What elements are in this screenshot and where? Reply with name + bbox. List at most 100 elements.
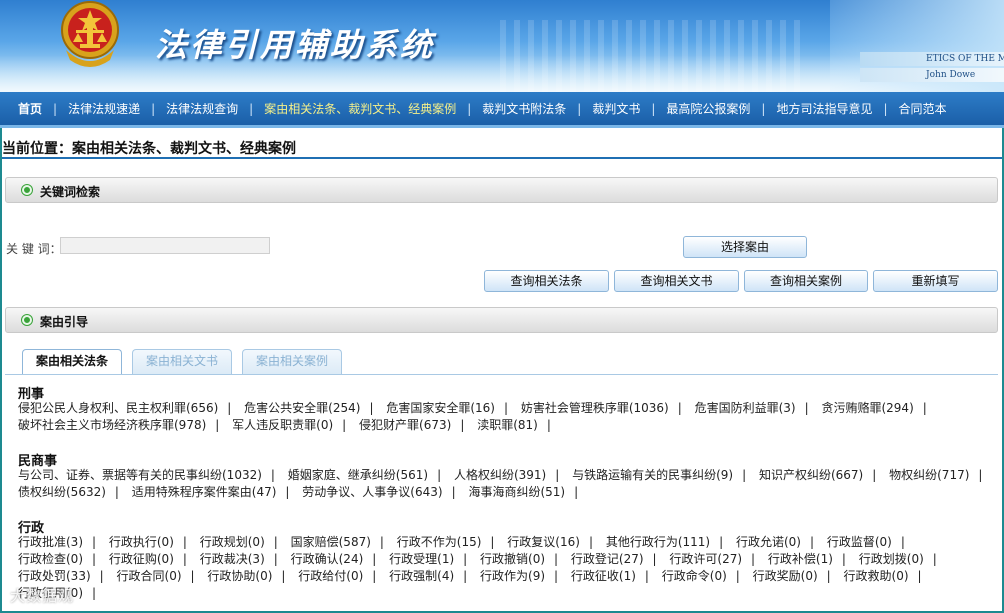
item-separator: |: [273, 535, 278, 549]
cause-link[interactable]: 海事海商纠纷(51): [468, 485, 565, 499]
tab-divider: [5, 374, 998, 375]
cause-link[interactable]: 侵犯财产罪(673): [359, 418, 451, 432]
cause-link[interactable]: 行政协助(0): [207, 569, 272, 583]
civil-items: 与公司、证券、票据等有关的民事纠纷(1032) | 婚姻家庭、继承纠纷(561) |…: [18, 467, 993, 501]
cause-link[interactable]: 行政救助(0): [844, 569, 909, 583]
cause-link[interactable]: 行政给付(0): [298, 569, 363, 583]
cause-link[interactable]: 适用特殊程序案件案由(47): [132, 485, 277, 499]
cause-link[interactable]: 军人违反职责罪(0): [232, 418, 333, 432]
item-separator: |: [826, 569, 831, 583]
reset-button[interactable]: 重新填写: [873, 270, 998, 292]
tab-related-cases[interactable]: 案由相关案例: [242, 349, 342, 375]
cause-link[interactable]: 行政合同(0): [117, 569, 182, 583]
cause-link[interactable]: 债权纠纷(5632): [18, 485, 106, 499]
book-spine: ETICS OF THE MIDDLE ACES: [860, 52, 1004, 66]
item-separator: |: [735, 569, 740, 583]
item-separator: |: [574, 485, 579, 499]
cause-link[interactable]: 行政批准(3): [18, 535, 83, 549]
cause-link[interactable]: 行政处罚(33): [18, 569, 91, 583]
cause-link[interactable]: 知识产权纠纷(667): [759, 468, 863, 482]
item-separator: |: [554, 569, 559, 583]
cause-link[interactable]: 与铁路运输有关的民事纠纷(9): [572, 468, 733, 482]
item-separator: |: [872, 468, 877, 482]
cause-link[interactable]: 行政强制(4): [389, 569, 454, 583]
cause-link[interactable]: 行政检查(0): [18, 552, 83, 566]
keyword-input[interactable]: [60, 237, 270, 254]
bullet-icon: [22, 315, 32, 325]
nav-separator: |: [53, 101, 58, 116]
cause-link[interactable]: 其他行政行为(111): [606, 535, 710, 549]
item-separator: |: [652, 552, 657, 566]
cause-link[interactable]: 行政命令(0): [662, 569, 727, 583]
item-separator: |: [463, 569, 468, 583]
cause-link[interactable]: 行政确认(24): [291, 552, 364, 566]
cause-link[interactable]: 渎职罪(81): [477, 418, 538, 432]
query-laws-button[interactable]: 查询相关法条: [484, 270, 609, 292]
tab-related-documents[interactable]: 案由相关文书: [132, 349, 232, 375]
nav-item[interactable]: 裁判文书附法条: [482, 100, 566, 117]
cause-link[interactable]: 行政许可(27): [669, 552, 742, 566]
cause-link[interactable]: 行政撤销(0): [480, 552, 545, 566]
nav-separator: |: [883, 101, 888, 116]
cause-link[interactable]: 行政受理(1): [389, 552, 454, 566]
cause-link[interactable]: 妨害社会管理秩序罪(1036): [521, 401, 669, 415]
nav-separator: |: [249, 101, 254, 116]
cause-link[interactable]: 婚姻家庭、继承纠纷(561): [288, 468, 428, 482]
nav-item[interactable]: 最高院公报案例: [666, 100, 750, 117]
item-separator: |: [227, 401, 232, 415]
cause-link[interactable]: 行政监督(0): [827, 535, 892, 549]
nav-item[interactable]: 法律法规查询: [166, 100, 238, 117]
keyword-search-header: 关键词检索: [5, 177, 998, 203]
breadcrumb-divider: [2, 157, 1002, 159]
nav-item[interactable]: 地方司法指导意见: [776, 100, 872, 117]
building-graphic: [500, 20, 800, 92]
nav-item[interactable]: 合同范本: [899, 100, 947, 117]
item-separator: |: [369, 401, 374, 415]
nav-item[interactable]: 裁判文书: [592, 100, 640, 117]
nav-item[interactable]: 案由相关法条、裁判文书、经典案例: [264, 100, 456, 117]
cause-link[interactable]: 物权纠纷(717): [889, 468, 969, 482]
cause-link[interactable]: 行政规划(0): [200, 535, 265, 549]
cause-link[interactable]: 行政执行(0): [109, 535, 174, 549]
item-separator: |: [644, 569, 649, 583]
query-documents-button[interactable]: 查询相关文书: [614, 270, 739, 292]
item-separator: |: [503, 401, 508, 415]
cause-link[interactable]: 劳动争议、人事争议(643): [302, 485, 442, 499]
book-spine: John Dowe: [860, 68, 1004, 82]
cause-link[interactable]: 行政补偿(1): [768, 552, 833, 566]
choose-cause-button[interactable]: 选择案由: [683, 236, 807, 258]
cause-link[interactable]: 行政登记(27): [571, 552, 644, 566]
cause-link[interactable]: 危害公共安全罪(254): [244, 401, 360, 415]
item-separator: |: [742, 468, 747, 482]
cause-link[interactable]: 行政允诺(0): [736, 535, 801, 549]
cause-link[interactable]: 侵犯公民人身权利、民主权利罪(656): [18, 401, 218, 415]
cause-link[interactable]: 行政划拨(0): [859, 552, 924, 566]
cause-link[interactable]: 与公司、证券、票据等有关的民事纠纷(1032): [18, 468, 262, 482]
item-separator: |: [190, 569, 195, 583]
cause-link[interactable]: 贪污贿赂罪(294): [821, 401, 913, 415]
nav-item[interactable]: 法律法规速递: [68, 100, 140, 117]
cause-link[interactable]: 行政征购(0): [109, 552, 174, 566]
cause-link[interactable]: 国家赔偿(587): [291, 535, 371, 549]
cause-link[interactable]: 行政征收(1): [571, 569, 636, 583]
cause-link[interactable]: 行政复议(16): [507, 535, 580, 549]
main-nav: 首页 | 法律法规速递 | 法律法规查询 | 案由相关法条、裁判文书、经典案例 | 裁判文书附法…: [0, 92, 1004, 128]
item-separator: |: [215, 418, 220, 432]
cause-link[interactable]: 危害国家安全罪(16): [386, 401, 495, 415]
item-separator: |: [99, 569, 104, 583]
cause-link[interactable]: 危害国防利益罪(3): [695, 401, 796, 415]
cause-link[interactable]: 行政裁决(3): [200, 552, 265, 566]
tab-related-laws[interactable]: 案由相关法条: [22, 349, 122, 375]
nav-item[interactable]: 首页: [0, 100, 42, 117]
nav-separator: |: [761, 101, 766, 116]
query-cases-button[interactable]: 查询相关案例: [744, 270, 868, 292]
item-separator: |: [379, 535, 384, 549]
item-separator: |: [463, 552, 468, 566]
item-separator: |: [555, 468, 560, 482]
cause-link[interactable]: 行政不作为(15): [397, 535, 482, 549]
item-separator: |: [92, 535, 97, 549]
cause-link[interactable]: 行政奖励(0): [753, 569, 818, 583]
cause-link[interactable]: 行政作为(9): [480, 569, 545, 583]
cause-link[interactable]: 人格权纠纷(391): [454, 468, 546, 482]
cause-link[interactable]: 破坏社会主义市场经济秩序罪(978): [18, 418, 206, 432]
